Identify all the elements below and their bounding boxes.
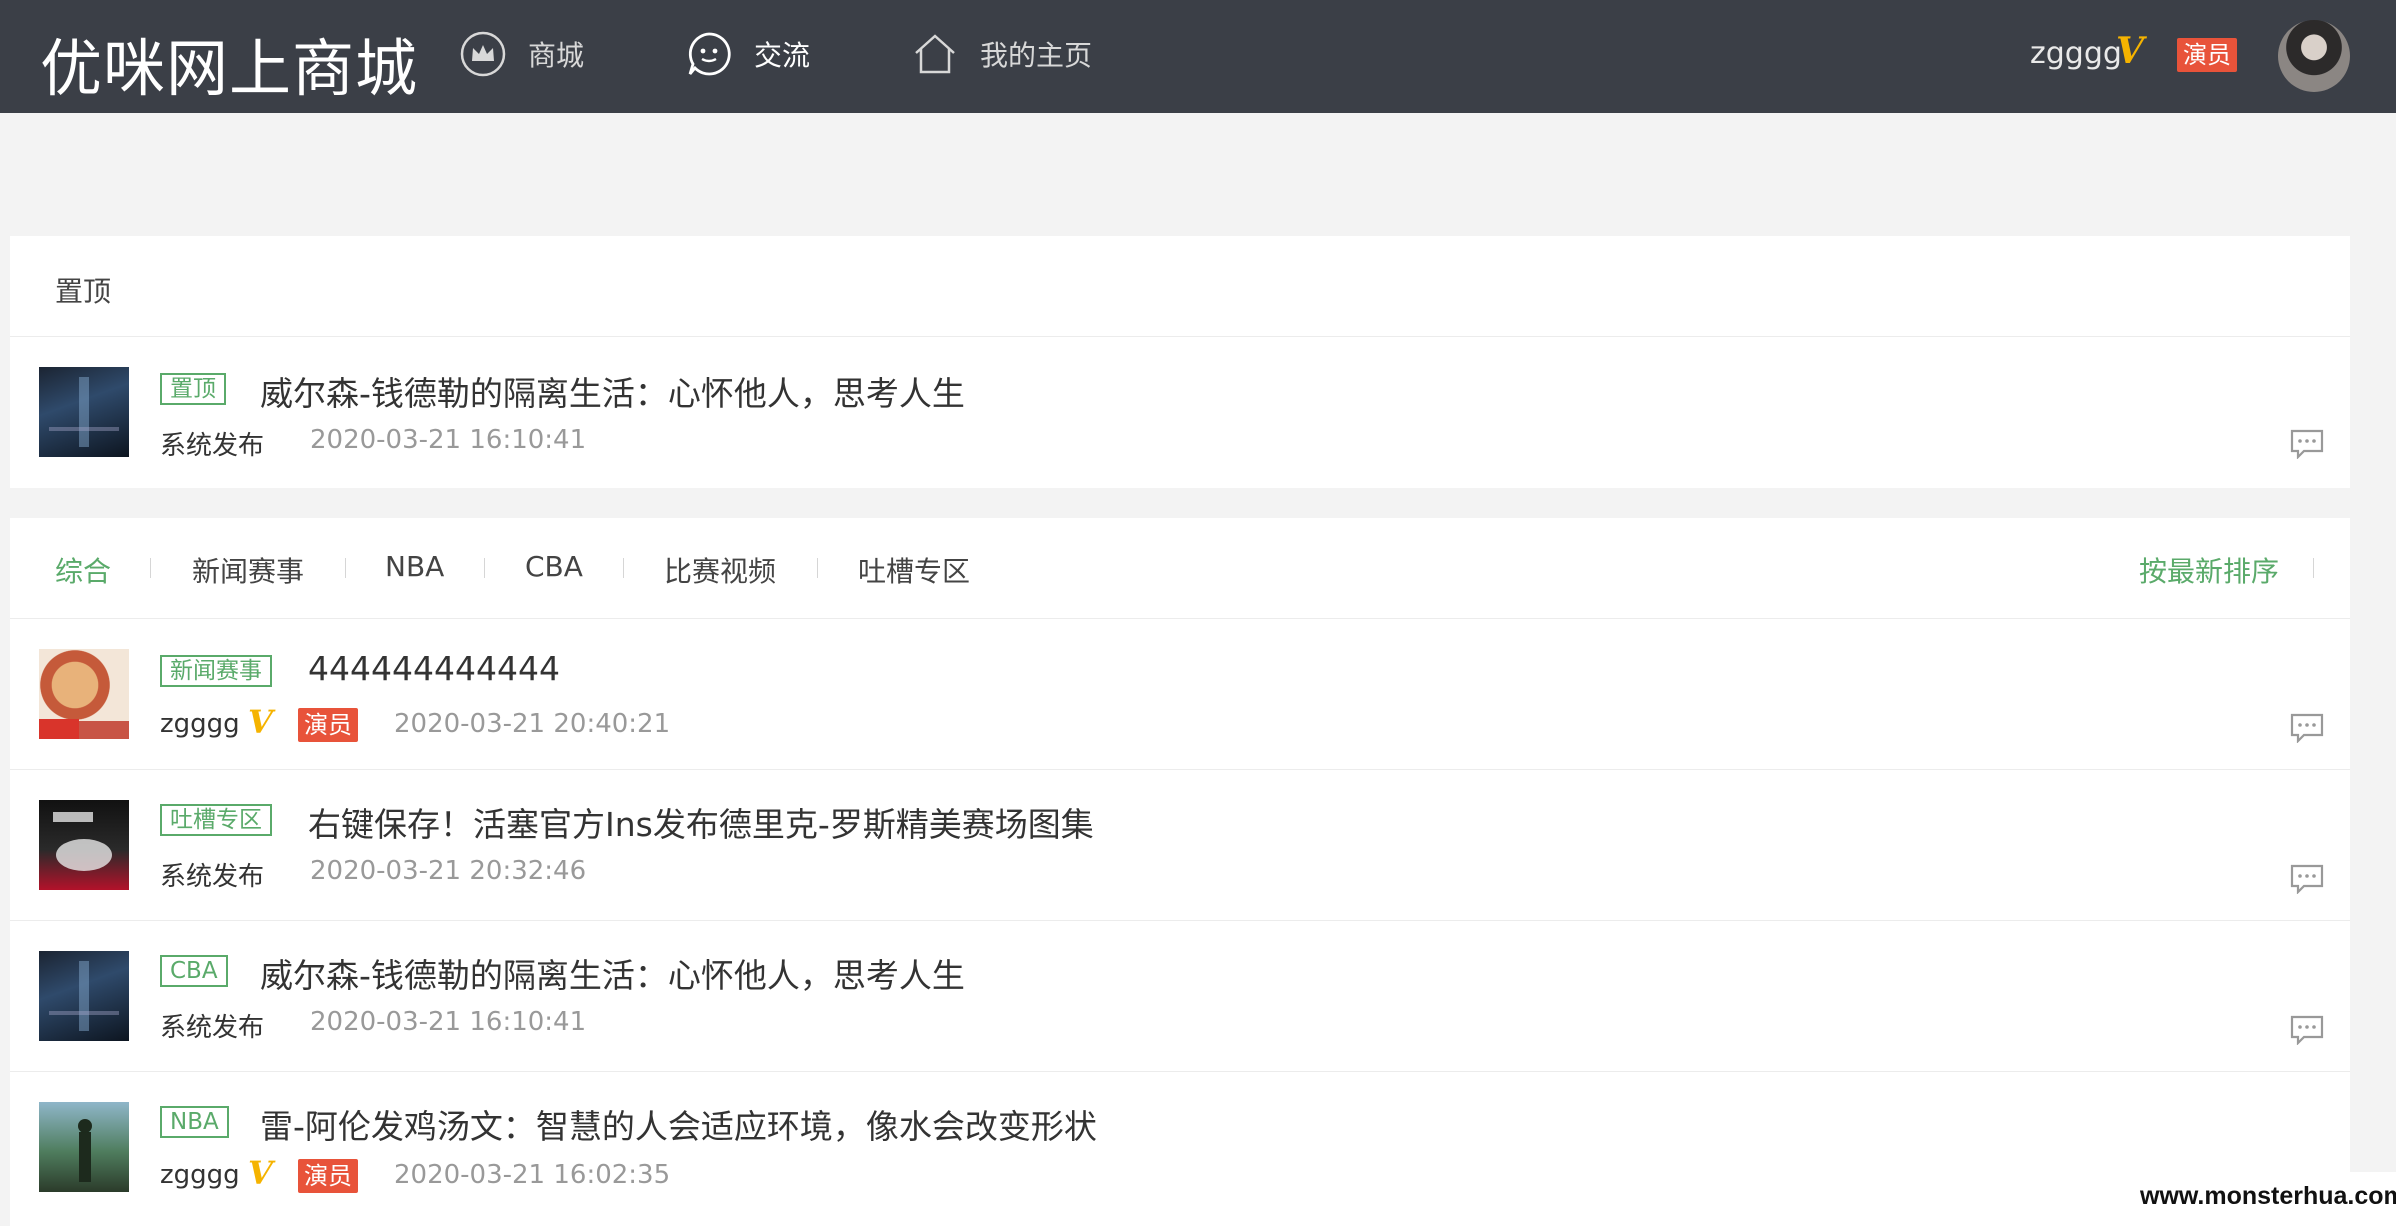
tab-all[interactable]: 综合 xyxy=(55,550,111,590)
post-title[interactable]: 444444444444 xyxy=(308,649,560,688)
comment-icon[interactable] xyxy=(2290,429,2324,459)
post-list-panel: 综合 新闻赛事 NBA CBA 比赛视频 吐槽专区 按最新排序 新闻赛事 444… xyxy=(10,518,2350,1226)
tab-divider xyxy=(484,558,485,578)
tab-divider xyxy=(623,558,624,578)
nav-item-mall[interactable]: 商城 xyxy=(460,28,584,80)
tab-divider xyxy=(345,558,346,578)
pinned-header: 置顶 xyxy=(10,236,2350,337)
post-tag[interactable]: 吐槽专区 xyxy=(160,804,272,836)
post-thumbnail[interactable] xyxy=(39,1102,129,1192)
verified-v-icon: V xyxy=(248,703,273,741)
chat-bubble-icon xyxy=(686,31,732,77)
role-badge: 演员 xyxy=(298,1159,358,1193)
role-badge: 演员 xyxy=(2177,38,2237,72)
home-icon xyxy=(912,31,958,77)
post-author: zgggg xyxy=(160,1160,240,1190)
sort-by-newest-link[interactable]: 按最新排序 xyxy=(2139,550,2279,590)
post-title[interactable]: 威尔森-钱德勒的隔离生活：心怀他人，思考人生 xyxy=(260,367,965,415)
post-time: 2020-03-21 16:10:41 xyxy=(310,425,587,455)
comment-icon[interactable] xyxy=(2290,1015,2324,1045)
list-item[interactable]: CBA 威尔森-钱德勒的隔离生活：心怀他人，思考人生 系统发布 2020-03-… xyxy=(10,921,2350,1072)
pinned-panel: 置顶 置顶 威尔森-钱德勒的隔离生活：心怀他人，思考人生 系统发布 2020-0… xyxy=(10,236,2350,488)
site-logo[interactable]: 优咪网上商城 xyxy=(40,18,418,108)
tab-divider xyxy=(2313,558,2314,578)
post-tag[interactable]: 置顶 xyxy=(160,373,226,405)
post-author: zgggg xyxy=(160,709,240,739)
watermark-text: www.monsterhua.com xyxy=(2140,1182,2396,1210)
post-author: 系统发布 xyxy=(160,431,265,461)
list-item[interactable]: 新闻赛事 444444444444 zgggg V 演员 2020-03-21 … xyxy=(10,619,2350,770)
crown-icon xyxy=(460,31,506,77)
role-badge: 演员 xyxy=(298,708,358,742)
user-avatar[interactable] xyxy=(2278,20,2350,92)
post-thumbnail[interactable] xyxy=(39,367,129,457)
nav-item-community[interactable]: 交流 xyxy=(686,28,810,80)
post-title[interactable]: 雷-阿伦发鸡汤文：智慧的人会适应环境，像水会改变形状 xyxy=(260,1100,1097,1148)
tab-divider xyxy=(150,558,151,578)
post-time: 2020-03-21 20:32:46 xyxy=(310,856,587,886)
tab-videos[interactable]: 比赛视频 xyxy=(664,550,776,590)
post-tag[interactable]: CBA xyxy=(160,955,228,987)
nav-label-mall: 商城 xyxy=(528,39,585,72)
post-author: 系统发布 xyxy=(160,1013,265,1043)
header-username[interactable]: zgggg xyxy=(2030,36,2122,71)
post-time: 2020-03-21 20:40:21 xyxy=(394,709,671,739)
comment-icon[interactable] xyxy=(2290,864,2324,894)
watermark: www.monsterhua.com xyxy=(2136,1172,2396,1226)
comment-icon[interactable] xyxy=(2290,713,2324,743)
post-time: 2020-03-21 16:02:35 xyxy=(394,1160,671,1190)
nav-label-community: 交流 xyxy=(754,39,811,72)
post-time: 2020-03-21 16:10:41 xyxy=(310,1007,587,1037)
list-item[interactable]: NBA 雷-阿伦发鸡汤文：智慧的人会适应环境，像水会改变形状 zgggg V 演… xyxy=(10,1072,2350,1222)
post-thumbnail[interactable] xyxy=(39,951,129,1041)
pinned-heading: 置顶 xyxy=(55,275,112,308)
tab-cba[interactable]: CBA xyxy=(525,550,583,583)
nav-label-my-home: 我的主页 xyxy=(980,39,1093,72)
tab-divider xyxy=(817,558,818,578)
top-navigation-bar: 优咪网上商城 商城 交流 我的主页 zgggg V 演员 xyxy=(0,0,2396,113)
post-title[interactable]: 右键保存！活塞官方Ins发布德里克-罗斯精美赛场图集 xyxy=(308,798,1094,846)
post-tag[interactable]: 新闻赛事 xyxy=(160,655,272,687)
verified-v-icon: V xyxy=(2116,30,2144,72)
list-item[interactable]: 吐槽专区 右键保存！活塞官方Ins发布德里克-罗斯精美赛场图集 系统发布 202… xyxy=(10,770,2350,921)
tab-nba[interactable]: NBA xyxy=(385,550,444,583)
category-tabs: 综合 新闻赛事 NBA CBA 比赛视频 吐槽专区 按最新排序 xyxy=(10,518,2350,619)
nav-item-my-home[interactable]: 我的主页 xyxy=(912,28,1092,80)
post-thumbnail[interactable] xyxy=(39,800,129,890)
post-author: 系统发布 xyxy=(160,862,265,892)
pinned-post-row[interactable]: 置顶 威尔森-钱德勒的隔离生活：心怀他人，思考人生 系统发布 2020-03-2… xyxy=(10,337,2350,487)
verified-v-icon: V xyxy=(248,1154,273,1192)
tab-complaints[interactable]: 吐槽专区 xyxy=(858,550,970,590)
post-thumbnail[interactable] xyxy=(39,649,129,739)
post-tag[interactable]: NBA xyxy=(160,1106,229,1138)
post-title[interactable]: 威尔森-钱德勒的隔离生活：心怀他人，思考人生 xyxy=(260,949,965,997)
tab-news[interactable]: 新闻赛事 xyxy=(192,550,304,590)
